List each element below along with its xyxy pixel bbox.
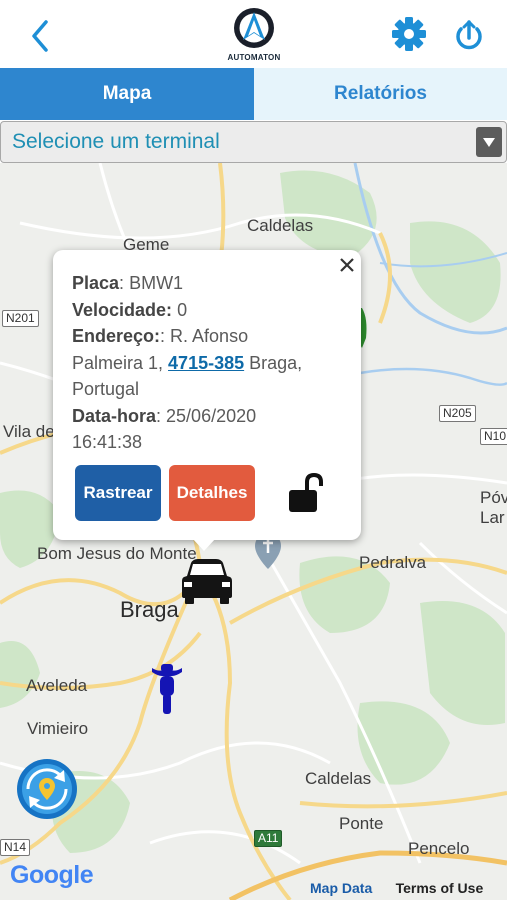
motorcycle-marker[interactable] xyxy=(148,660,186,721)
dropdown-button[interactable] xyxy=(476,127,502,157)
map-data-link[interactable]: Map Data xyxy=(310,880,372,896)
back-button[interactable] xyxy=(22,14,62,58)
terminal-select[interactable]: Selecione um terminal xyxy=(0,121,507,163)
road-shield: N205 xyxy=(439,405,476,422)
map-label: Aveleda xyxy=(26,676,88,695)
map-label: Bom Jesus do Monte xyxy=(37,544,197,563)
map-label: Caldelas xyxy=(305,769,372,788)
speed-label: Velocidade xyxy=(72,299,167,320)
location-refresh-icon xyxy=(17,759,77,819)
settings-button[interactable] xyxy=(390,14,428,54)
plate-value: BMW1 xyxy=(129,273,184,293)
automaton-logo: AUTOMATON xyxy=(218,4,290,64)
map-attribution: Map Data Terms of Use xyxy=(310,880,483,896)
terms-link[interactable]: Terms of Use xyxy=(396,880,484,896)
datetime-time: 16:41:38 xyxy=(72,432,143,452)
map-label: Pencelo xyxy=(408,839,470,858)
datetime-row: Data-hora: 25/06/2020 xyxy=(72,405,257,426)
popup-pointer xyxy=(192,538,216,551)
google-logo: Google xyxy=(10,861,94,890)
google-logo-text: Google xyxy=(10,861,94,889)
map-label: Braga xyxy=(120,597,179,622)
chevron-left-icon xyxy=(32,20,48,52)
map-label: Pedralva xyxy=(359,553,427,572)
logout-button[interactable] xyxy=(450,14,488,54)
speed-value: 0 xyxy=(177,299,188,320)
plate-label: Placa xyxy=(72,273,120,293)
address-line3: Portugal xyxy=(72,379,140,399)
address-line2: Palmeira 1, xyxy=(72,352,169,373)
map-label: Caldelas xyxy=(247,216,314,235)
tab-reports[interactable]: Relatórios xyxy=(254,68,507,120)
road-shield: A11 xyxy=(254,830,283,847)
speed-row: Velocidade: 0 xyxy=(72,299,188,320)
postal-code-link[interactable]: 4715-385 xyxy=(168,353,244,373)
power-icon xyxy=(456,20,482,50)
map-label: Vimieiro xyxy=(27,719,89,738)
car-icon xyxy=(182,559,232,604)
details-button[interactable]: Detalhes xyxy=(169,465,255,521)
tab-map[interactable]: Mapa xyxy=(0,68,254,120)
map-label: Ponte xyxy=(339,814,384,833)
logo-text: AUTOMATON xyxy=(227,53,281,62)
road-shield: N14 xyxy=(0,839,31,856)
recenter-button[interactable] xyxy=(16,758,78,825)
vehicle-info-popup: Placa: BMW1 Velocidade: 0 Endereço:: R. … xyxy=(53,250,361,540)
app-header: AUTOMATON xyxy=(0,0,507,68)
unlock-icon xyxy=(289,472,323,512)
address-city: Braga, xyxy=(244,352,303,373)
road-shield: N10 xyxy=(480,428,507,445)
map-label: Lar xyxy=(480,508,505,527)
lock-button[interactable] xyxy=(287,472,325,514)
motorcycle-icon xyxy=(152,664,182,714)
logo-icon xyxy=(234,8,274,48)
caret-down-icon xyxy=(483,138,495,147)
gear-icon xyxy=(392,17,426,51)
address-row: Endereço:: R. Afonso xyxy=(72,323,347,350)
map-label: Póv xyxy=(480,488,507,507)
datetime-label: Data-hora xyxy=(72,405,157,426)
track-button[interactable]: Rastrear xyxy=(75,465,161,521)
road-shield: N201 xyxy=(2,310,39,327)
map-label: Vila de xyxy=(3,422,55,441)
car-marker[interactable] xyxy=(181,558,233,609)
datetime-date: 25/06/2020 xyxy=(166,405,257,426)
popup-details: Placa: BMW1 Velocidade: 0 Endereço:: R. … xyxy=(72,270,347,456)
address-label: Endereço: xyxy=(72,326,161,346)
address-line1: : R. Afonso xyxy=(160,326,249,346)
main-tabs: Mapa Relatórios xyxy=(0,68,507,120)
plate-row: Placa: BMW1 xyxy=(72,273,184,293)
terminal-select-value: Selecione um terminal xyxy=(12,130,220,153)
